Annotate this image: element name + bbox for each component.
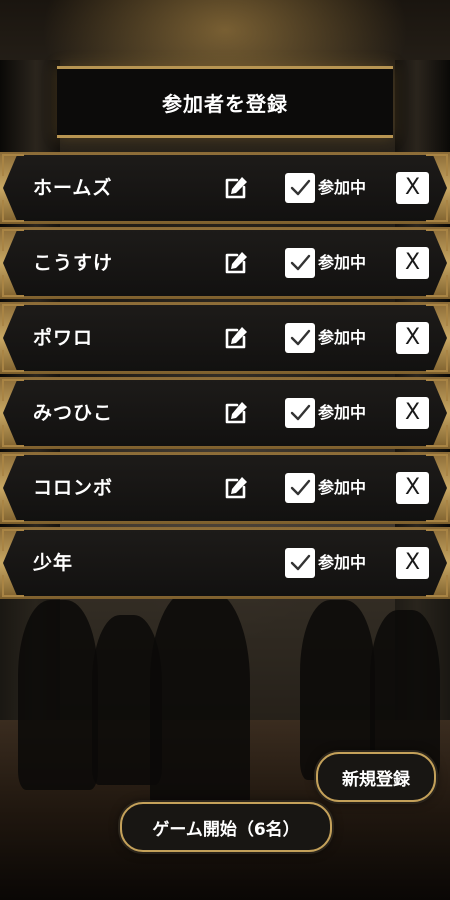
page-title-bar: 参加者を登録: [57, 66, 393, 138]
checkmark-icon: [290, 329, 311, 346]
participating-checkbox[interactable]: [285, 323, 315, 353]
player-name: みつひこ: [33, 402, 114, 424]
ornament-corner: [2, 500, 24, 522]
ornament-corner: [426, 500, 448, 522]
silhouette-figure: [18, 600, 98, 790]
delete-player-button[interactable]: X: [396, 322, 429, 354]
player-name: コロンボ: [33, 477, 114, 499]
participating-checkbox[interactable]: [285, 248, 315, 278]
ornament-corner: [2, 425, 24, 447]
ornament-corner: [426, 229, 448, 251]
checkmark-icon: [290, 479, 311, 496]
ornament-corner: [426, 379, 448, 401]
edit-icon[interactable]: [222, 399, 250, 427]
player-name: ポワロ: [33, 327, 94, 349]
participating-label: 参加中: [318, 253, 367, 272]
player-row: みつひこ 参加中 X: [0, 377, 450, 449]
new-register-label: 新規登録: [342, 769, 410, 790]
player-name: 少年: [33, 552, 74, 574]
player-row: ポワロ 参加中 X: [0, 302, 450, 374]
player-row: コロンボ 参加中 X: [0, 452, 450, 524]
ornament-corner: [426, 275, 448, 297]
participating-label: 参加中: [318, 478, 367, 497]
edit-icon[interactable]: [222, 174, 250, 202]
page-title: 参加者を登録: [162, 91, 288, 116]
participating-label: 参加中: [318, 553, 367, 572]
edit-icon[interactable]: [222, 324, 250, 352]
ornament-corner: [426, 350, 448, 372]
ornament-corner: [2, 229, 24, 251]
checkmark-icon: [290, 254, 311, 271]
participating-label: 参加中: [318, 178, 367, 197]
ornament-corner: [426, 304, 448, 326]
player-row: 少年 参加中 X: [0, 527, 450, 599]
participating-checkbox[interactable]: [285, 173, 315, 203]
ornament-corner: [2, 275, 24, 297]
ornament-corner: [426, 575, 448, 597]
ornament-corner: [2, 154, 24, 176]
new-register-button[interactable]: 新規登録: [316, 752, 436, 802]
ornament-corner: [426, 200, 448, 222]
ornament-corner: [2, 529, 24, 551]
delete-player-button[interactable]: X: [396, 397, 429, 429]
ornament-corner: [2, 454, 24, 476]
checkmark-icon: [290, 179, 311, 196]
delete-player-button[interactable]: X: [396, 247, 429, 279]
ornament-corner: [2, 200, 24, 222]
ornament-corner: [426, 154, 448, 176]
delete-player-button[interactable]: X: [396, 172, 429, 204]
player-row: ホームズ 参加中 X: [0, 152, 450, 224]
player-name: こうすけ: [33, 252, 114, 274]
start-game-button[interactable]: ゲーム開始（6名）: [120, 802, 332, 852]
checkmark-icon: [290, 404, 311, 421]
silhouette-figure: [150, 590, 250, 820]
ornament-corner: [426, 454, 448, 476]
participating-checkbox[interactable]: [285, 548, 315, 578]
ornament-corner: [2, 575, 24, 597]
edit-icon[interactable]: [222, 249, 250, 277]
participating-checkbox[interactable]: [285, 398, 315, 428]
edit-icon[interactable]: [222, 474, 250, 502]
ornament-corner: [2, 379, 24, 401]
ornament-corner: [426, 529, 448, 551]
participating-checkbox[interactable]: [285, 473, 315, 503]
participating-label: 参加中: [318, 328, 367, 347]
player-row: こうすけ 参加中 X: [0, 227, 450, 299]
ornament-corner: [2, 304, 24, 326]
delete-player-button[interactable]: X: [396, 472, 429, 504]
participating-label: 参加中: [318, 403, 367, 422]
ornament-corner: [2, 350, 24, 372]
ornament-corner: [426, 425, 448, 447]
player-name: ホームズ: [33, 177, 113, 199]
checkmark-icon: [290, 554, 311, 571]
delete-player-button[interactable]: X: [396, 547, 429, 579]
start-game-label: ゲーム開始（6名）: [152, 819, 300, 840]
